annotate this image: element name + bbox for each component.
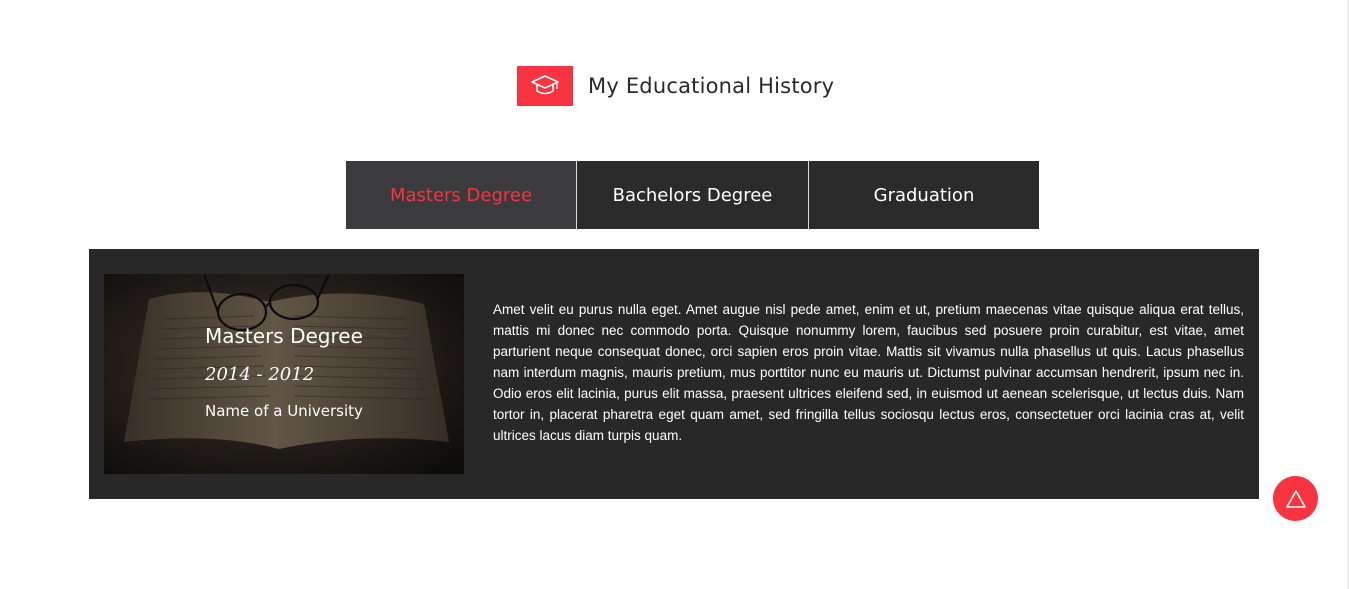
education-page: My Educational History Masters Degree Ba… <box>0 0 1349 589</box>
degree-description: Amet velit eu purus nulla eget. Amet aug… <box>493 302 1244 443</box>
tab-masters-degree[interactable]: Masters Degree <box>346 161 576 229</box>
degree-title: Masters Degree <box>205 324 363 348</box>
tab-label: Graduation <box>873 184 975 206</box>
tab-graduation[interactable]: Graduation <box>808 161 1039 229</box>
degree-tabs: Masters Degree Bachelors Degree Graduati… <box>346 161 1039 229</box>
graduation-cap-icon <box>517 66 573 106</box>
tab-bachelors-degree[interactable]: Bachelors Degree <box>576 161 808 229</box>
scroll-to-top-button[interactable] <box>1273 476 1318 521</box>
section-heading: My Educational History <box>517 66 834 106</box>
degree-years: 2014 - 2012 <box>205 364 315 385</box>
tab-label: Bachelors Degree <box>612 184 773 206</box>
university-name: Name of a University <box>205 402 363 420</box>
section-title: My Educational History <box>588 74 835 98</box>
tab-label: Masters Degree <box>389 184 533 206</box>
triangle-up-icon <box>1285 489 1306 508</box>
degree-panel: Masters Degree 2014 - 2012 Name of a Uni… <box>89 249 1259 499</box>
degree-image-card: Masters Degree 2014 - 2012 Name of a Uni… <box>104 274 464 474</box>
